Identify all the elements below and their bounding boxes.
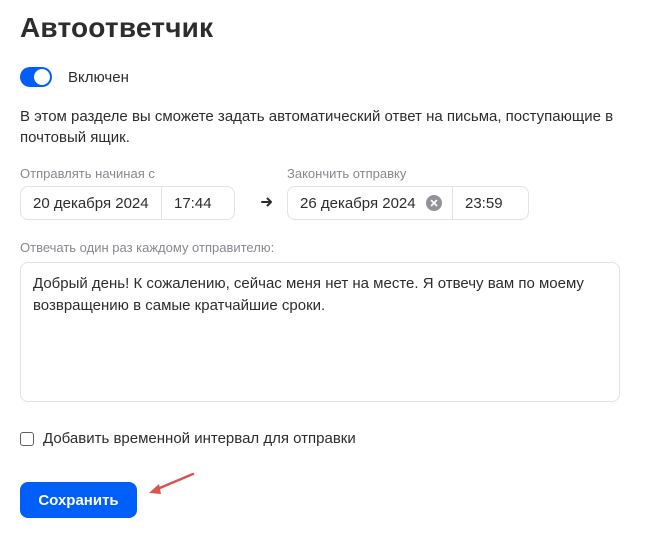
end-time-input[interactable]: 23:59 [453,187,515,219]
reply-textarea[interactable]: Добрый день! К сожалению, сейчас меня не… [20,262,620,402]
end-label: Закончить отправку [287,166,407,181]
start-field: 20 декабря 2024 17:44 [20,186,235,220]
end-date-value: 26 декабря 2024 [300,194,416,212]
autoreply-toggle[interactable] [20,67,52,87]
reply-label: Отвечать один раз каждому отправителю: [20,240,275,255]
red-pointer-arrow-icon [149,472,195,494]
arrow-right-icon [261,197,272,207]
start-label: Отправлять начиная с [20,166,155,181]
interval-row: Добавить временной интервал для отправки [20,430,356,447]
toggle-knob [34,69,50,85]
toggle-label: Включен [68,68,129,86]
end-date-input[interactable]: 26 декабря 2024 [288,187,452,219]
interval-checkbox[interactable] [20,431,34,446]
autoreply-toggle-row: Включен [20,66,129,88]
section-description: В этом разделе вы сможете задать автомат… [20,108,614,146]
save-button[interactable]: Сохранить [20,482,137,518]
clear-circle-icon[interactable] [425,195,442,211]
interval-label[interactable]: Добавить временной интервал для отправки [43,430,356,447]
page-title: Автоответчик [20,12,214,43]
end-field: 26 декабря 2024 23:59 [287,186,529,220]
start-date-input[interactable]: 20 декабря 2024 [21,187,161,219]
start-time-input[interactable]: 17:44 [162,187,224,219]
